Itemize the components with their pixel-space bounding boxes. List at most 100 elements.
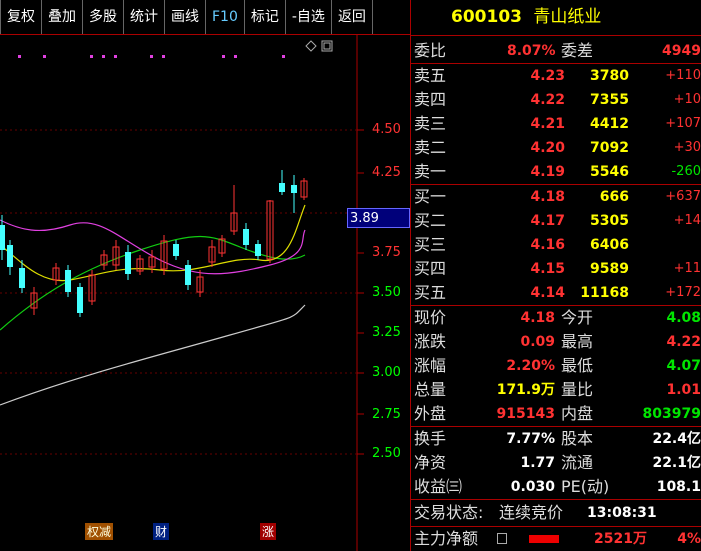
fund-value: 108.1 [656,479,701,495]
stat-label: 外盘 [414,404,447,423]
toolbar-fuquan-button[interactable]: 复权 [0,0,42,34]
level-label: 买二 [414,211,447,230]
stat-label: 涨幅 [414,356,447,375]
buy-row[interactable]: 买一 4.18 666 +637 [411,185,701,209]
axis-label: 3.25 [372,325,401,340]
level-price: 4.15 [530,261,565,277]
stat-label: 现价 [414,308,447,327]
stock-name: 青山纸业 [533,7,602,27]
fund-label: 净资 [414,453,447,472]
main-flow-pct: 4% [677,531,701,547]
level-price: 4.18 [530,189,565,205]
fund-value: 7.77% [506,431,555,447]
level-volume: 3780 [590,68,629,84]
stat-label: 最低 [561,356,594,375]
level-change: +10 [673,92,701,107]
quote-panel: 600103 青山纸业 委比 8.07% 委差 4949 卖五 4.23 378… [410,0,701,551]
axis-label: 2.75 [372,407,401,422]
stat-row: 外盘 915143 内盘 803979 [411,402,701,426]
sell-row[interactable]: 卖三 4.21 4412 +107 [411,112,701,136]
chart-toolbar: 复权 叠加 多股 统计 画线 F10 标记 -自选 返回 [0,0,410,35]
level-label: 卖五 [414,66,447,85]
finance-badge[interactable]: 财 [153,523,170,540]
sell-row[interactable]: 卖四 4.22 7355 +10 [411,88,701,112]
stat-label: 涨跌 [414,332,447,351]
level-volume: 7355 [590,92,629,108]
main-flow-value: 2521万 [594,531,647,547]
committee-diff-label: 委差 [561,41,594,60]
sell-row[interactable]: 卖五 4.23 3780 +110 [411,64,701,88]
fund-label: PE(动) [561,477,610,496]
diamond-icon [305,40,317,52]
toolbar-f10-button[interactable]: F10 [206,0,245,34]
buy-row[interactable]: 买三 4.16 6406 [411,233,701,257]
toolbar-multi-stock-button[interactable]: 多股 [83,0,124,34]
level-price: 4.17 [530,213,565,229]
buy-book: 买一 4.18 666 +637 买二 4.17 5305 +14 买三 4.1… [411,185,701,305]
level-label: 卖四 [414,90,447,109]
toolbar-statistics-button[interactable]: 统计 [124,0,165,34]
fund-label: 换手 [414,429,447,448]
level-change: -260 [671,164,701,179]
stock-code: 600103 [451,7,522,27]
stat-value: 2.20% [506,358,555,374]
buy-row[interactable]: 买二 4.17 5305 +14 [411,209,701,233]
level-price: 4.20 [530,140,565,156]
level-price: 4.23 [530,68,565,84]
sell-row[interactable]: 卖二 4.20 7092 +30 [411,136,701,160]
kline-chart[interactable]: 4.50 4.25 3.75 3.50 3.25 3.00 2.75 2.50 … [0,35,410,551]
limit-up-badge[interactable]: 涨 [260,523,277,540]
menu-icon[interactable] [497,533,507,544]
stat-row: 涨跌 0.09 最高 4.22 [411,330,701,354]
stat-label: 量比 [561,380,594,399]
toolbar-mark-button[interactable]: 标记 [245,0,286,34]
axis-label: 4.25 [372,165,401,180]
level-volume: 11168 [580,285,629,301]
stat-value: 4.07 [666,358,701,374]
buy-row[interactable]: 买四 4.15 9589 +11 [411,257,701,281]
toolbar-back-button[interactable]: 返回 [332,0,373,34]
level-price: 4.22 [530,92,565,108]
sell-book: 卖五 4.23 3780 +110 卖四 4.22 7355 +10 卖三 4.… [411,64,701,184]
toolbar-overlay-button[interactable]: 叠加 [42,0,83,34]
stat-value: 171.9万 [496,382,555,398]
toolbar-remove-watchlist-button[interactable]: -自选 [286,0,332,34]
stat-value: 4.08 [666,310,701,326]
level-volume: 7092 [590,140,629,156]
current-price-tag: 3.89 [347,208,410,228]
fund-label: 收益㈢ [414,477,463,496]
committee-row: 委比 8.07% 委差 4949 [411,39,701,63]
level-volume: 666 [599,189,629,205]
level-volume: 5305 [590,213,629,229]
fund-value: 22.1亿 [652,455,701,471]
axis-label: 4.50 [372,122,401,137]
main-flow-row[interactable]: 主力净额 2521万 4% [411,527,701,551]
stat-value: 803979 [642,406,701,422]
stat-row: 总量 171.9万 量比 1.01 [411,378,701,402]
sell-row[interactable]: 卖一 4.19 5546 -260 [411,160,701,184]
level-volume: 4412 [590,116,629,132]
level-price: 4.21 [530,116,565,132]
trade-status-row: 交易状态: 连续竞价 13:08:31 [411,500,701,526]
level-price: 4.14 [530,285,565,301]
level-label: 卖一 [414,162,447,181]
stock-header: 600103 青山纸业 [411,0,701,36]
toolbar-draw-line-button[interactable]: 画线 [165,0,206,34]
level-label: 卖三 [414,114,447,133]
weight-reduce-badge[interactable]: 权减 [85,523,114,540]
stat-row: 涨幅 2.20% 最低 4.07 [411,354,701,378]
fund-value: 0.030 [510,479,555,495]
fund-value: 1.77 [520,455,555,471]
level-change: +110 [665,68,701,83]
fund-label: 流通 [561,453,594,472]
stat-label: 最高 [561,332,594,351]
fund-row: 收益㈢ 0.030 PE(动) 108.1 [411,475,701,499]
level-price: 4.19 [530,164,565,180]
buy-row[interactable]: 买五 4.14 11168 +172 [411,281,701,305]
axis-label: 3.00 [372,365,401,380]
axis-label: 3.75 [372,245,401,260]
level-change: +107 [665,116,701,131]
level-label: 买四 [414,259,447,278]
level-label: 买一 [414,187,447,206]
level-label: 卖二 [414,138,447,157]
